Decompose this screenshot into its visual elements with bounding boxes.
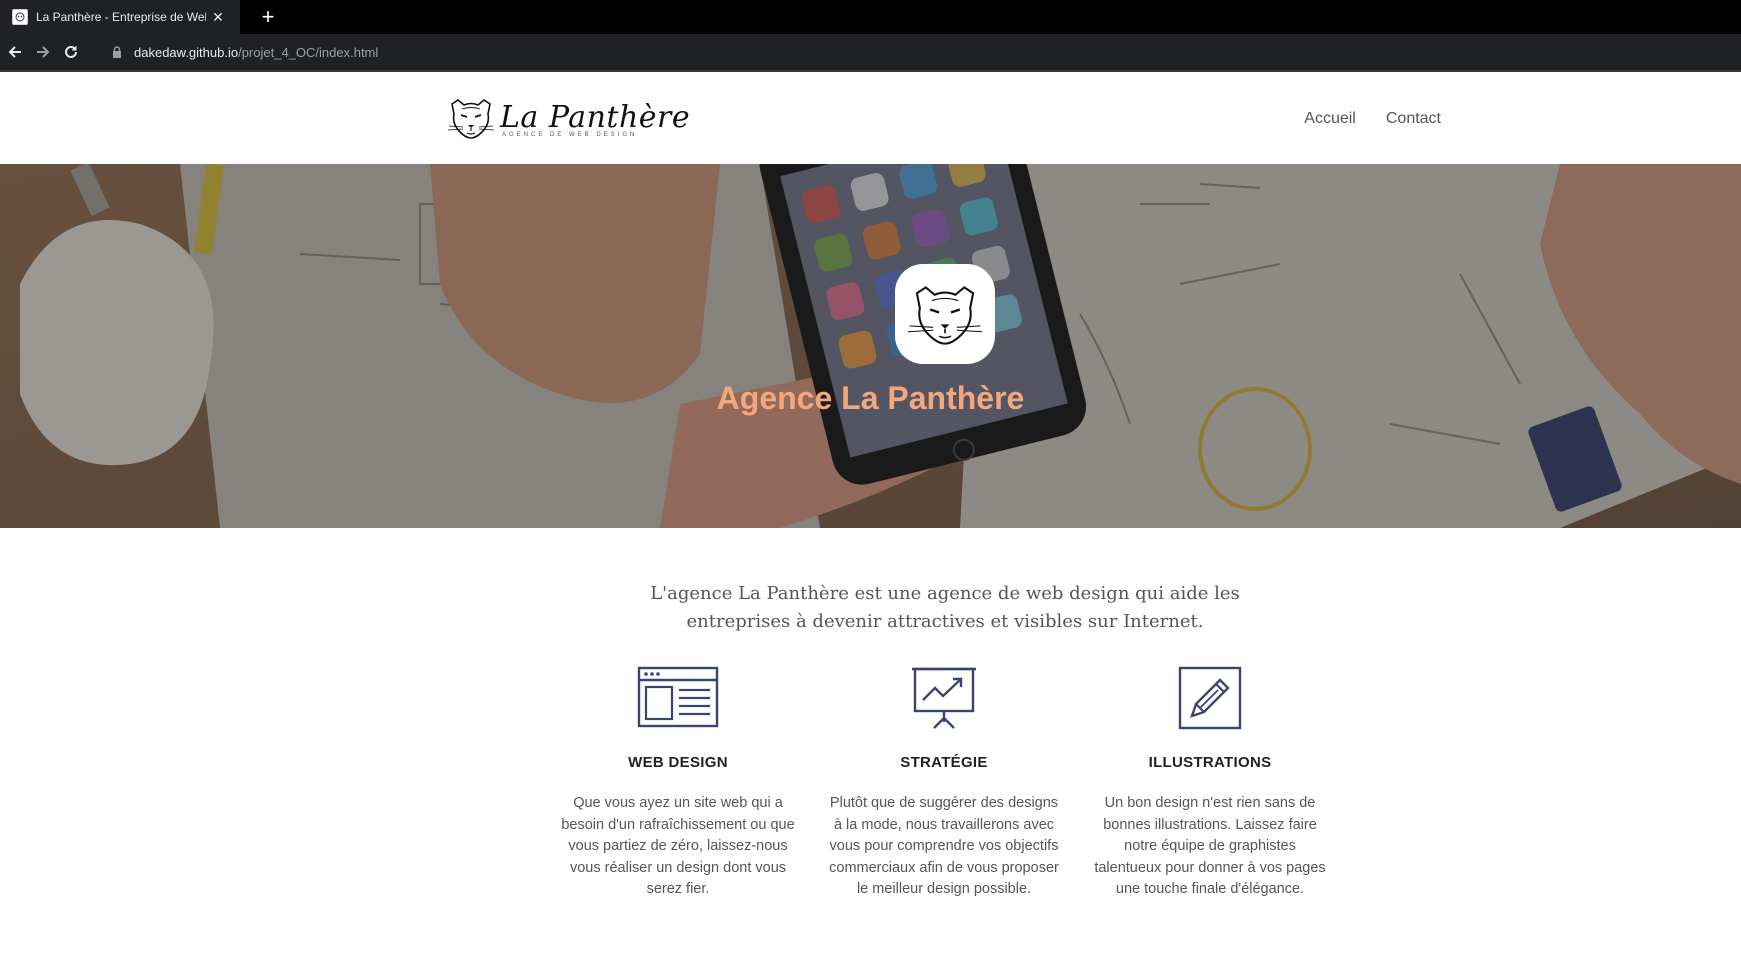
reload-icon[interactable] bbox=[60, 41, 82, 63]
intro-text: L'agence La Panthère est une agence de w… bbox=[650, 583, 1240, 632]
pencil-icon bbox=[1178, 666, 1242, 730]
service-description: Plutôt que de suggérer des designs à la … bbox=[829, 795, 1059, 897]
browser-toolbar: dakedaw.github.io/projet_4_OC/index.html bbox=[0, 34, 1741, 70]
new-tab-icon[interactable]: + bbox=[256, 5, 280, 29]
hero-overlay bbox=[0, 164, 1741, 528]
panther-logo-icon bbox=[447, 99, 495, 139]
service-title: WEB DESIGN bbox=[628, 754, 728, 771]
lock-icon bbox=[112, 45, 126, 59]
service-title: STRATÉGIE bbox=[900, 754, 988, 771]
address-bar[interactable]: dakedaw.github.io/projet_4_OC/index.html bbox=[100, 38, 1741, 66]
service-strategie: STRATÉGIE Plutôt que de suggérer des des… bbox=[824, 666, 1064, 901]
hero-title: Agence La Panthère bbox=[716, 380, 1025, 416]
hero-logo-badge bbox=[895, 264, 995, 364]
back-arrow-icon[interactable] bbox=[4, 41, 26, 63]
site-logo[interactable]: La Panthère AGENCE DE WEB DESIGN bbox=[446, 96, 690, 140]
browser-tab-strip: La Panthère - Entreprise de Web ✕ + bbox=[0, 0, 1741, 34]
logo-name: La Panthère bbox=[500, 100, 691, 135]
service-illustrations: ILLUSTRATIONS Un bon design n'est rien s… bbox=[1090, 666, 1330, 901]
panther-head-icon bbox=[908, 286, 982, 345]
panther-favicon-icon bbox=[12, 9, 28, 25]
service-title: ILLUSTRATIONS bbox=[1148, 754, 1272, 771]
web-layout-icon bbox=[637, 666, 719, 728]
url-host: dakedaw.github.io bbox=[134, 44, 239, 60]
close-tab-icon[interactable]: ✕ bbox=[210, 9, 226, 25]
logo-tagline: AGENCE DE WEB DESIGN bbox=[502, 132, 638, 138]
url-path: /projet_4_OC/index.html bbox=[238, 44, 379, 60]
service-description: Que vous ayez un site web qui a besoin d… bbox=[561, 795, 795, 897]
tab-title: La Panthère - Entreprise de Web bbox=[36, 10, 206, 24]
nav-link-accueil[interactable]: Accueil bbox=[1304, 110, 1356, 128]
hero-banner: Agence La Panthère bbox=[0, 164, 1741, 528]
service-web-design: WEB DESIGN Que vous ayez un site web qui… bbox=[558, 666, 798, 901]
forward-arrow-icon[interactable] bbox=[32, 41, 54, 63]
nav-link-contact[interactable]: Contact bbox=[1386, 110, 1441, 128]
browser-tab[interactable]: La Panthère - Entreprise de Web ✕ bbox=[0, 0, 240, 34]
main-nav: Accueil Contact bbox=[1304, 110, 1441, 128]
service-description: Un bon design n'est rien sans de bonnes … bbox=[1094, 795, 1326, 897]
presentation-chart-icon bbox=[912, 667, 976, 729]
site-header: La Panthère AGENCE DE WEB DESIGN Accueil… bbox=[0, 72, 1741, 164]
